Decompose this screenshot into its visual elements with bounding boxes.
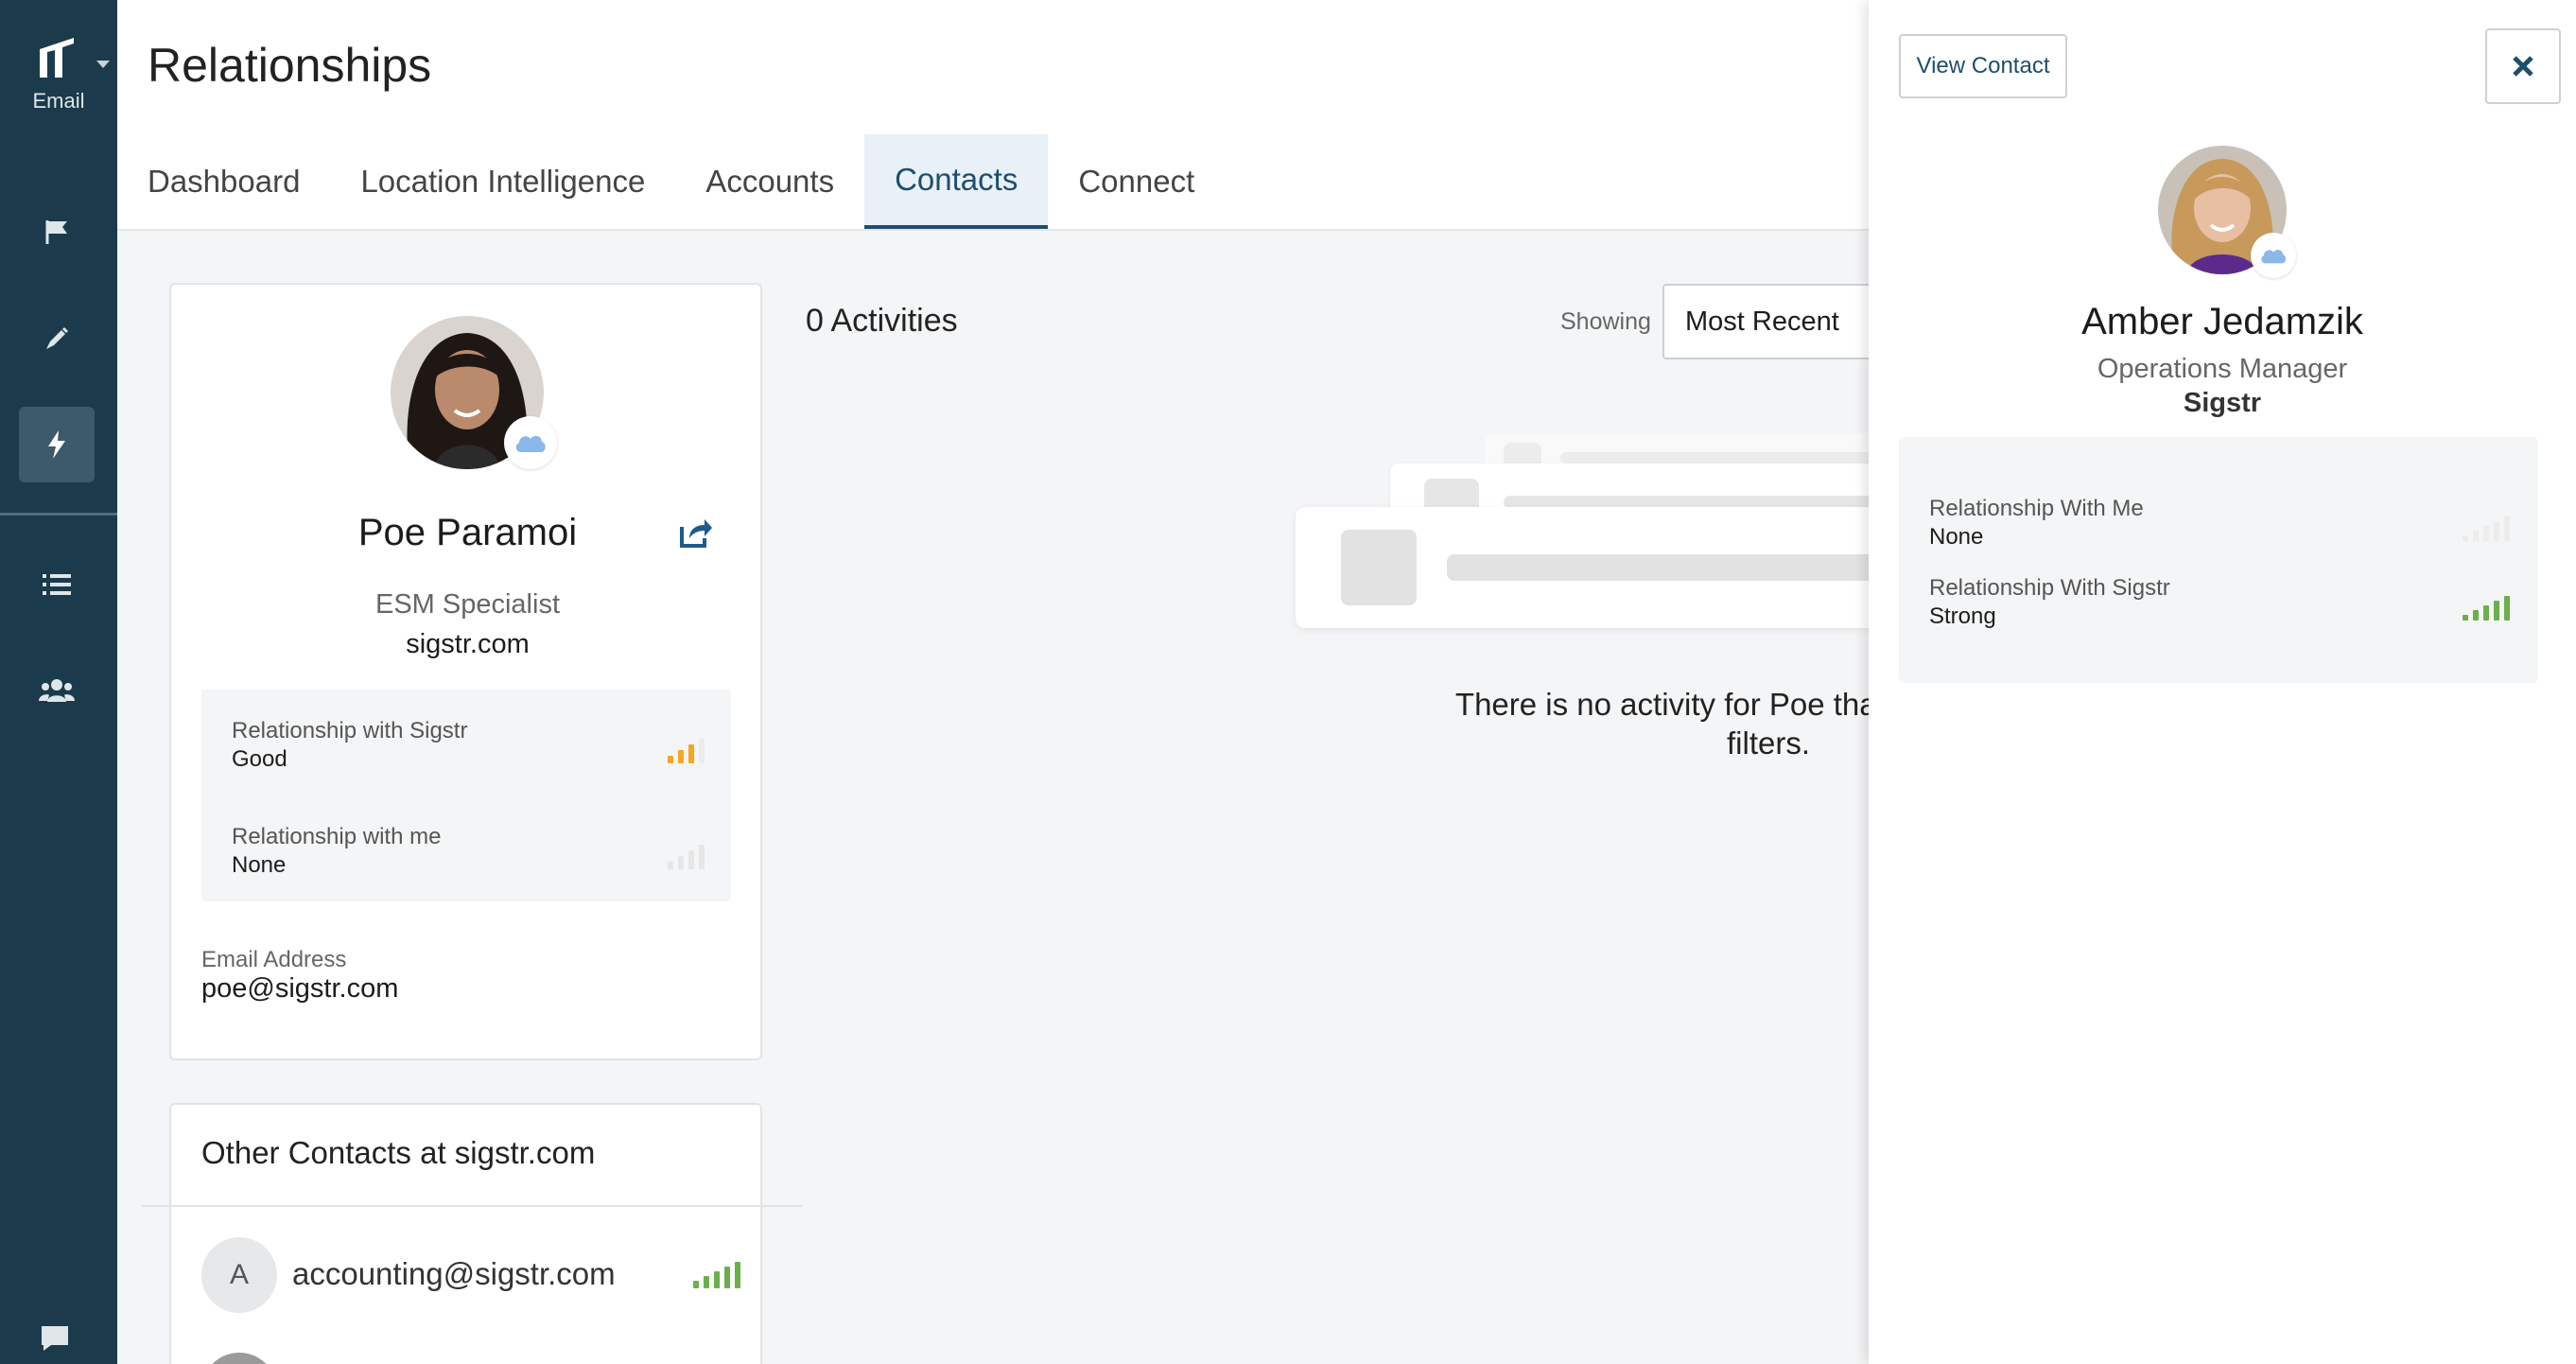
drawer-contact-company: Sigstr — [2183, 388, 2262, 418]
close-button[interactable] — [2485, 28, 2561, 104]
tab-contacts[interactable]: Contacts — [864, 134, 1049, 229]
relationship-value: None — [232, 852, 287, 878]
drawer-relationship-summary: Relationship With Me None Relationship W… — [1899, 437, 2538, 683]
relationship-value: Good — [232, 746, 287, 772]
relationship-label: Relationship with me — [232, 824, 442, 849]
activities-count: 0 Activities — [806, 303, 958, 339]
sidebar: Email — [0, 0, 117, 1364]
list-icon[interactable] — [19, 547, 95, 622]
chat-icon[interactable] — [40, 1324, 70, 1357]
relationship-row: Relationship With Me None — [1929, 496, 2510, 551]
contact-name: Poe Paramoi — [357, 512, 578, 553]
relationship-label: Relationship With Me — [1929, 496, 2144, 521]
pen-icon[interactable] — [19, 301, 95, 376]
email-value[interactable]: poe@sigstr.com — [201, 973, 398, 1005]
divider — [141, 1205, 803, 1207]
relationship-label: Relationship With Sigstr — [1929, 575, 2170, 601]
page-title: Relationships — [148, 39, 432, 92]
list-item[interactable]: A accounting@sigstr.com — [201, 1237, 740, 1313]
tab-dashboard[interactable]: Dashboard — [148, 134, 330, 229]
relationship-summary: Relationship with Sigstr Good Relationsh… — [201, 690, 731, 901]
close-icon — [2513, 56, 2533, 77]
tab-connect[interactable]: Connect — [1048, 134, 1225, 229]
view-contact-button[interactable]: View Contact — [1899, 34, 2067, 98]
salesforce-cloud-icon — [2251, 233, 2296, 278]
tab-accounts[interactable]: Accounts — [675, 134, 864, 229]
salesforce-cloud-icon — [504, 416, 557, 469]
other-contacts-card: Other Contacts at sigstr.com A accountin… — [141, 1103, 803, 1364]
relationship-row: Relationship With Sigstr Strong — [1929, 575, 2510, 630]
drawer-contact-title: Operations Manager — [2097, 354, 2348, 384]
page-header: Relationships Dashboard Location Intelli… — [117, 0, 1869, 231]
sigstr-logo-icon — [40, 38, 74, 78]
tab-bar: Dashboard Location Intelligence Accounts… — [148, 134, 1225, 229]
relationship-row: Relationship with me None — [232, 824, 705, 879]
app-label: Email — [32, 89, 85, 113]
email-label: Email Address — [201, 947, 347, 972]
bolt-icon[interactable] — [19, 407, 95, 482]
app-switcher[interactable]: Email — [0, 34, 117, 129]
avatar — [201, 1353, 277, 1364]
contact-email[interactable]: accounting@sigstr.com — [292, 1256, 616, 1292]
avatar-initial: A — [201, 1237, 277, 1313]
chevron-down-icon — [96, 61, 110, 68]
signal-strength-icon — [668, 739, 705, 763]
tab-location-intelligence[interactable]: Location Intelligence — [330, 134, 675, 229]
drawer-contact-name: Amber Jedamzik — [2081, 301, 2363, 342]
signal-strength-icon — [2463, 516, 2510, 541]
relationship-value: Strong — [1929, 603, 1996, 629]
showing-label: Showing — [1560, 308, 1651, 335]
signal-strength-icon — [668, 845, 705, 869]
contact-drawer: View Contact Amber Jedamzik Operations M… — [1869, 0, 2576, 1364]
signal-strength-icon — [2463, 596, 2510, 621]
signal-strength-icon — [693, 1262, 740, 1288]
relationship-row: Relationship with Sigstr Good — [232, 718, 705, 773]
contact-profile-card: Poe Paramoi ESM Specialist sigstr.com Re… — [169, 283, 762, 1060]
users-icon[interactable] — [19, 653, 95, 728]
relationship-value: None — [1929, 524, 1984, 550]
other-contacts-heading: Other Contacts at sigstr.com — [201, 1135, 596, 1170]
contact-domain: sigstr.com — [406, 629, 530, 659]
external-link-icon[interactable] — [678, 517, 716, 555]
flag-icon[interactable] — [19, 194, 95, 270]
relationship-label: Relationship with Sigstr — [232, 718, 468, 743]
sidebar-divider — [0, 513, 117, 516]
contact-title: ESM Specialist — [374, 589, 560, 620]
